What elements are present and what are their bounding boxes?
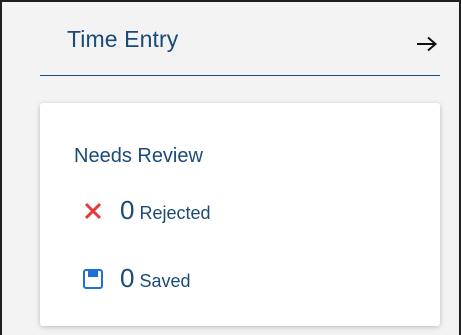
- rejected-count: 0: [120, 195, 135, 225]
- widget-frame: Time Entry Needs Review 0 Rejected 0 Sav…: [0, 0, 461, 335]
- saved-count: 0: [120, 263, 135, 293]
- close-icon: [84, 202, 102, 220]
- arrow-right-icon[interactable]: [416, 36, 438, 52]
- rejected-entry-row[interactable]: 0 Rejected: [82, 195, 211, 226]
- widget-title: Time Entry: [67, 26, 179, 52]
- needs-review-card: Needs Review 0 Rejected 0 Saved: [40, 103, 440, 326]
- card-title: Needs Review: [74, 145, 203, 167]
- saved-label: Saved: [139, 271, 191, 291]
- rejected-label: Rejected: [139, 203, 211, 223]
- save-icon: [83, 269, 103, 289]
- widget-header: Time Entry: [40, 2, 440, 76]
- saved-entry-row[interactable]: 0 Saved: [82, 263, 191, 294]
